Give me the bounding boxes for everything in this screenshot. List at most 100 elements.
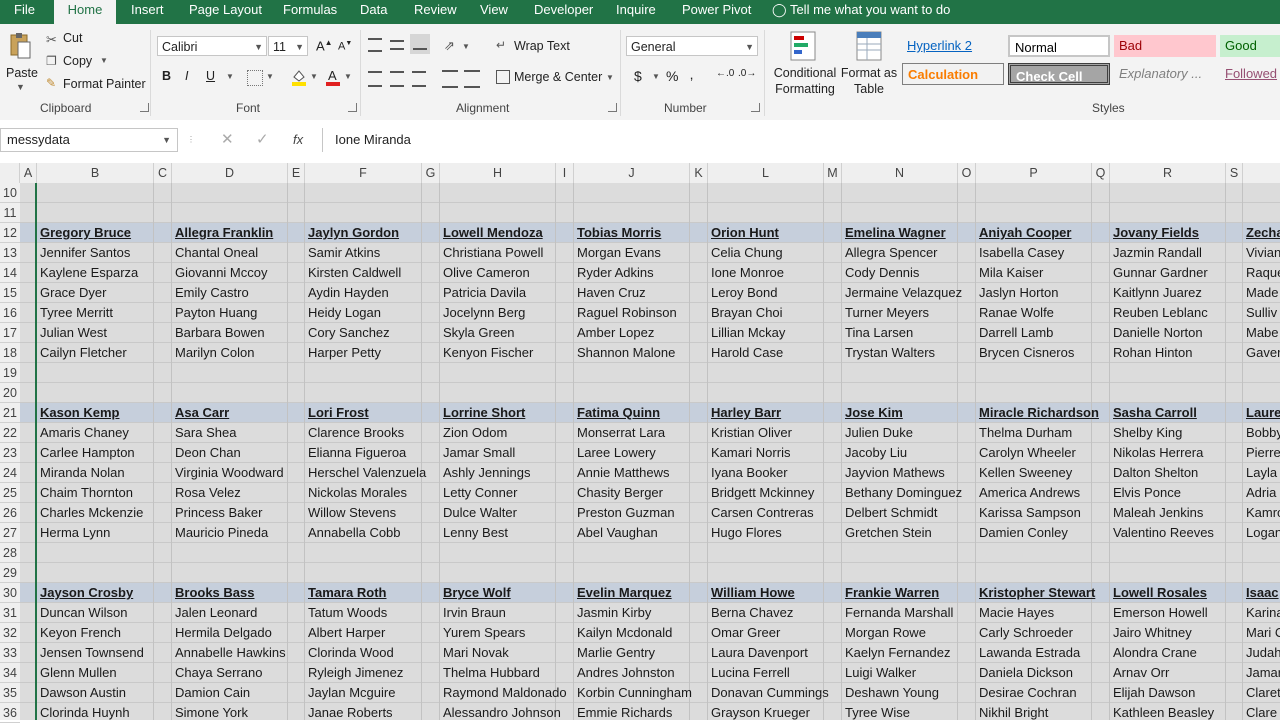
- name-cell[interactable]: Chasity Berger: [574, 483, 710, 503]
- name-cell[interactable]: Sara Shea: [172, 423, 308, 443]
- fill-dropdown-icon[interactable]: ▼: [310, 72, 318, 81]
- row-header-14[interactable]: 14: [0, 263, 20, 283]
- group-header-cell[interactable]: Harley Barr: [708, 403, 844, 423]
- style-calculation[interactable]: Calculation: [902, 63, 1004, 85]
- bold-button[interactable]: B: [162, 69, 171, 83]
- name-cell[interactable]: Turner Meyers: [842, 303, 978, 323]
- tab-formulas[interactable]: Formulas: [283, 0, 337, 24]
- name-cell[interactable]: Ryder Adkins: [574, 263, 710, 283]
- name-cell[interactable]: Kaitlynn Juarez: [1110, 283, 1246, 303]
- tab-page-layout[interactable]: Page Layout: [189, 0, 262, 24]
- row-header-23[interactable]: 23: [0, 443, 20, 463]
- name-cell[interactable]: Jensen Townsend: [37, 643, 174, 663]
- format-painter-button[interactable]: Format Painter: [63, 77, 146, 91]
- name-cell[interactable]: Thelma Hubbard: [440, 663, 576, 683]
- name-cell[interactable]: Deon Chan: [172, 443, 308, 463]
- group-header-cell[interactable]: Bryce Wolf: [440, 583, 576, 603]
- column-header-m[interactable]: M: [824, 163, 842, 183]
- name-cell[interactable]: Jermaine Velazquez: [842, 283, 978, 303]
- column-header-q[interactable]: Q: [1092, 163, 1110, 183]
- name-cell[interactable]: Adria: [1243, 483, 1280, 503]
- grow-font-button[interactable]: A▲: [316, 38, 333, 53]
- row-header-28[interactable]: 28: [0, 543, 20, 563]
- name-cell[interactable]: Irvin Braun: [440, 603, 576, 623]
- name-cell[interactable]: Maleah Jenkins: [1110, 503, 1246, 523]
- name-cell[interactable]: Damien Conley: [976, 523, 1112, 543]
- name-cell[interactable]: Raque: [1243, 263, 1280, 283]
- name-cell[interactable]: Lucina Ferrell: [708, 663, 844, 683]
- group-header-cell[interactable]: Emelina Wagner: [842, 223, 978, 243]
- name-cell[interactable]: Hermila Delgado: [172, 623, 308, 643]
- name-cell[interactable]: Shannon Malone: [574, 343, 710, 363]
- name-cell[interactable]: Kellen Sweeney: [976, 463, 1112, 483]
- name-cell[interactable]: Morgan Rowe: [842, 623, 978, 643]
- group-header-cell[interactable]: Brooks Bass: [172, 583, 308, 603]
- name-cell[interactable]: Haven Cruz: [574, 283, 710, 303]
- name-cell[interactable]: Clare: [1243, 703, 1280, 720]
- middle-align-icon[interactable]: [390, 40, 404, 50]
- row-header-30[interactable]: 30: [0, 583, 20, 603]
- group-header-cell[interactable]: Asa Carr: [172, 403, 308, 423]
- name-cell[interactable]: Clorinda Wood: [305, 643, 442, 663]
- name-cell[interactable]: Logan: [1243, 523, 1280, 543]
- name-cell[interactable]: Chaya Serrano: [172, 663, 308, 683]
- name-cell[interactable]: Barbara Bowen: [172, 323, 308, 343]
- name-cell[interactable]: Celia Chung: [708, 243, 844, 263]
- align-left-icon[interactable]: [368, 71, 382, 87]
- name-cell[interactable]: Jacoby Liu: [842, 443, 978, 463]
- group-header-cell[interactable]: Jose Kim: [842, 403, 978, 423]
- font-name-combo[interactable]: Calibri ▼: [157, 36, 267, 56]
- name-cell[interactable]: Elvis Ponce: [1110, 483, 1246, 503]
- name-box[interactable]: messydata ▼: [0, 128, 178, 152]
- row-header-26[interactable]: 26: [0, 503, 20, 523]
- name-cell[interactable]: Jayvion Mathews: [842, 463, 978, 483]
- name-cell[interactable]: Andres Johnston: [574, 663, 710, 683]
- name-cell[interactable]: Macie Hayes: [976, 603, 1112, 623]
- name-cell[interactable]: Jamar: [1243, 663, 1280, 683]
- name-cell[interactable]: Daniela Dickson: [976, 663, 1112, 683]
- name-cell[interactable]: Emmie Richards: [574, 703, 710, 720]
- name-cell[interactable]: Payton Huang: [172, 303, 308, 323]
- name-cell[interactable]: Kenyon Fischer: [440, 343, 576, 363]
- name-cell[interactable]: Karissa Sampson: [976, 503, 1112, 523]
- name-cell[interactable]: Raymond Maldonado: [440, 683, 576, 703]
- name-cell[interactable]: Julien Duke: [842, 423, 978, 443]
- chevron-down-icon[interactable]: ▼: [162, 129, 171, 151]
- row-header-22[interactable]: 22: [0, 423, 20, 443]
- name-cell[interactable]: Jalen Leonard: [172, 603, 308, 623]
- name-cell[interactable]: Leroy Bond: [708, 283, 844, 303]
- number-format-combo[interactable]: General ▼: [626, 36, 758, 56]
- name-cell[interactable]: Laree Lowery: [574, 443, 710, 463]
- shrink-font-button[interactable]: A▼: [338, 40, 352, 53]
- name-cell[interactable]: Vivian: [1243, 243, 1280, 263]
- name-cell[interactable]: Duncan Wilson: [37, 603, 174, 623]
- bottom-align-icon[interactable]: [410, 34, 430, 54]
- row-header-29[interactable]: 29: [0, 563, 20, 583]
- group-header-cell[interactable]: Aniyah Cooper: [976, 223, 1112, 243]
- copy-button[interactable]: Copy: [63, 54, 92, 68]
- name-cell[interactable]: Dawson Austin: [37, 683, 174, 703]
- name-cell[interactable]: Ryleigh Jimenez: [305, 663, 442, 683]
- insert-function-icon[interactable]: fx: [293, 128, 303, 152]
- name-cell[interactable]: Brycen Cisneros: [976, 343, 1112, 363]
- column-header-e[interactable]: E: [288, 163, 305, 183]
- font-launcher-icon[interactable]: [348, 103, 357, 112]
- column-header-k[interactable]: K: [690, 163, 708, 183]
- name-cell[interactable]: Deshawn Young: [842, 683, 978, 703]
- tab-insert[interactable]: Insert: [131, 0, 164, 24]
- name-cell[interactable]: Gunnar Gardner: [1110, 263, 1246, 283]
- name-cell[interactable]: Clorinda Huynh: [37, 703, 174, 720]
- format-as-table-button[interactable]: Format as Table: [838, 65, 900, 97]
- name-cell[interactable]: Kirsten Caldwell: [305, 263, 442, 283]
- tab-power-pivot[interactable]: Power Pivot: [682, 0, 751, 24]
- row-header-11[interactable]: 11: [0, 203, 20, 223]
- name-cell[interactable]: Valentino Reeves: [1110, 523, 1246, 543]
- name-cell[interactable]: Grayson Krueger: [708, 703, 844, 720]
- name-cell[interactable]: Ranae Wolfe: [976, 303, 1112, 323]
- name-cell[interactable]: Nickolas Morales: [305, 483, 442, 503]
- percent-button[interactable]: %: [666, 68, 678, 84]
- group-header-cell[interactable]: Tamara Roth: [305, 583, 442, 603]
- name-cell[interactable]: Mari Novak: [440, 643, 576, 663]
- name-cell[interactable]: Miranda Nolan: [37, 463, 174, 483]
- currency-button[interactable]: $: [634, 68, 642, 84]
